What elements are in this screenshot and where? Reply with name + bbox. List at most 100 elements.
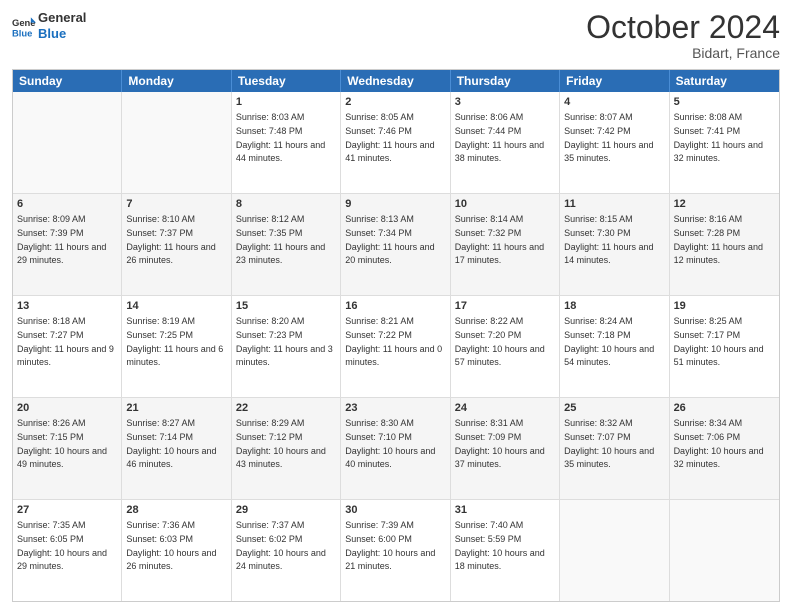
- calendar-body: 1Sunrise: 8:03 AM Sunset: 7:48 PM Daylig…: [13, 92, 779, 601]
- calendar-row-3: 13 Sunrise: 8:18 AM Sunset: 7:27 PM Dayli…: [13, 296, 779, 398]
- day-header-friday: Friday: [560, 70, 669, 92]
- day-header-wednesday: Wednesday: [341, 70, 450, 92]
- day-number: 28: [126, 503, 226, 518]
- day-info: Sunrise: 8:09 AM Sunset: 7:39 PM Dayligh…: [17, 214, 106, 265]
- day-cell-13: 13 Sunrise: 8:18 AM Sunset: 7:27 PM Dayli…: [13, 296, 122, 397]
- day-number: 10: [455, 197, 555, 212]
- day-info: Sunrise: 8:18 AM Sunset: 7:27 PM Dayligh…: [17, 316, 114, 367]
- empty-cell: [560, 500, 669, 601]
- day-number: 23: [345, 401, 445, 416]
- title-block: October 2024 Bidart, France: [586, 10, 780, 61]
- day-cell-3: 3 Sunrise: 8:06 AM Sunset: 7:44 PM Daylig…: [451, 92, 560, 193]
- calendar-row-2: 6 Sunrise: 8:09 AM Sunset: 7:39 PM Daylig…: [13, 194, 779, 296]
- day-cell-21: 21 Sunrise: 8:27 AM Sunset: 7:14 PM Dayli…: [122, 398, 231, 499]
- day-number: 6: [17, 197, 117, 212]
- day-info: Sunrise: 8:24 AM Sunset: 7:18 PM Dayligh…: [564, 316, 654, 367]
- empty-cell: [13, 92, 122, 193]
- day-number: 22: [236, 401, 336, 416]
- day-number: 17: [455, 299, 555, 314]
- logo-line2: Blue: [38, 26, 86, 42]
- day-cell-7: 7 Sunrise: 8:10 AM Sunset: 7:37 PM Daylig…: [122, 194, 231, 295]
- calendar-row-5: 27Sunrise: 7:35 AM Sunset: 6:05 PM Dayli…: [13, 500, 779, 601]
- day-info: Sunrise: 8:08 AM Sunset: 7:41 PM Dayligh…: [674, 112, 763, 163]
- day-cell-16: 16Sunrise: 8:21 AM Sunset: 7:22 PM Dayli…: [341, 296, 450, 397]
- day-info: Sunrise: 8:25 AM Sunset: 7:17 PM Dayligh…: [674, 316, 764, 367]
- day-number: 13: [17, 299, 117, 314]
- day-cell-15: 15 Sunrise: 8:20 AM Sunset: 7:23 PM Dayli…: [232, 296, 341, 397]
- day-header-sunday: Sunday: [13, 70, 122, 92]
- day-info: Sunrise: 8:34 AM Sunset: 7:06 PM Dayligh…: [674, 418, 764, 469]
- day-number: 2: [345, 95, 445, 110]
- empty-cell: [122, 92, 231, 193]
- day-info: Sunrise: 8:20 AM Sunset: 7:23 PM Dayligh…: [236, 316, 333, 367]
- day-number: 15: [236, 299, 336, 314]
- day-info: Sunrise: 8:07 AM Sunset: 7:42 PM Dayligh…: [564, 112, 653, 163]
- day-info: Sunrise: 8:27 AM Sunset: 7:14 PM Dayligh…: [126, 418, 216, 469]
- day-cell-25: 25Sunrise: 8:32 AM Sunset: 7:07 PM Dayli…: [560, 398, 669, 499]
- day-info: Sunrise: 8:10 AM Sunset: 7:37 PM Dayligh…: [126, 214, 215, 265]
- day-header-saturday: Saturday: [670, 70, 779, 92]
- day-info: Sunrise: 7:36 AM Sunset: 6:03 PM Dayligh…: [126, 520, 216, 571]
- calendar-row-4: 20Sunrise: 8:26 AM Sunset: 7:15 PM Dayli…: [13, 398, 779, 500]
- day-number: 24: [455, 401, 555, 416]
- day-number: 8: [236, 197, 336, 212]
- day-info: Sunrise: 8:29 AM Sunset: 7:12 PM Dayligh…: [236, 418, 326, 469]
- day-number: 4: [564, 95, 664, 110]
- day-number: 29: [236, 503, 336, 518]
- day-cell-19: 19Sunrise: 8:25 AM Sunset: 7:17 PM Dayli…: [670, 296, 779, 397]
- day-info: Sunrise: 7:40 AM Sunset: 5:59 PM Dayligh…: [455, 520, 545, 571]
- calendar-row-1: 1Sunrise: 8:03 AM Sunset: 7:48 PM Daylig…: [13, 92, 779, 194]
- day-cell-2: 2 Sunrise: 8:05 AM Sunset: 7:46 PM Daylig…: [341, 92, 450, 193]
- day-number: 11: [564, 197, 664, 212]
- logo-line1: General: [38, 10, 86, 26]
- day-cell-11: 11 Sunrise: 8:15 AM Sunset: 7:30 PM Dayli…: [560, 194, 669, 295]
- logo: General Blue General Blue: [12, 10, 86, 41]
- month-title: October 2024: [586, 10, 780, 45]
- day-info: Sunrise: 7:39 AM Sunset: 6:00 PM Dayligh…: [345, 520, 435, 571]
- day-cell-26: 26 Sunrise: 8:34 AM Sunset: 7:06 PM Dayli…: [670, 398, 779, 499]
- day-cell-1: 1Sunrise: 8:03 AM Sunset: 7:48 PM Daylig…: [232, 92, 341, 193]
- calendar: SundayMondayTuesdayWednesdayThursdayFrid…: [12, 69, 780, 602]
- day-info: Sunrise: 8:30 AM Sunset: 7:10 PM Dayligh…: [345, 418, 435, 469]
- day-cell-30: 30 Sunrise: 7:39 AM Sunset: 6:00 PM Dayli…: [341, 500, 450, 601]
- day-cell-17: 17 Sunrise: 8:22 AM Sunset: 7:20 PM Dayli…: [451, 296, 560, 397]
- day-number: 30: [345, 503, 445, 518]
- day-number: 5: [674, 95, 775, 110]
- day-info: Sunrise: 8:06 AM Sunset: 7:44 PM Dayligh…: [455, 112, 544, 163]
- day-number: 3: [455, 95, 555, 110]
- day-cell-27: 27Sunrise: 7:35 AM Sunset: 6:05 PM Dayli…: [13, 500, 122, 601]
- day-cell-9: 9 Sunrise: 8:13 AM Sunset: 7:34 PM Daylig…: [341, 194, 450, 295]
- empty-cell: [670, 500, 779, 601]
- day-number: 27: [17, 503, 117, 518]
- day-cell-6: 6 Sunrise: 8:09 AM Sunset: 7:39 PM Daylig…: [13, 194, 122, 295]
- day-info: Sunrise: 8:22 AM Sunset: 7:20 PM Dayligh…: [455, 316, 545, 367]
- day-header-monday: Monday: [122, 70, 231, 92]
- day-number: 12: [674, 197, 775, 212]
- day-number: 14: [126, 299, 226, 314]
- day-cell-29: 29 Sunrise: 7:37 AM Sunset: 6:02 PM Dayli…: [232, 500, 341, 601]
- day-header-tuesday: Tuesday: [232, 70, 341, 92]
- day-cell-22: 22 Sunrise: 8:29 AM Sunset: 7:12 PM Dayli…: [232, 398, 341, 499]
- day-cell-12: 12 Sunrise: 8:16 AM Sunset: 7:28 PM Dayli…: [670, 194, 779, 295]
- day-info: Sunrise: 8:16 AM Sunset: 7:28 PM Dayligh…: [674, 214, 763, 265]
- day-cell-8: 8Sunrise: 8:12 AM Sunset: 7:35 PM Daylig…: [232, 194, 341, 295]
- day-info: Sunrise: 8:15 AM Sunset: 7:30 PM Dayligh…: [564, 214, 653, 265]
- svg-text:Blue: Blue: [12, 27, 32, 38]
- day-cell-23: 23 Sunrise: 8:30 AM Sunset: 7:10 PM Dayli…: [341, 398, 450, 499]
- day-number: 9: [345, 197, 445, 212]
- day-number: 7: [126, 197, 226, 212]
- day-number: 26: [674, 401, 775, 416]
- day-info: Sunrise: 8:14 AM Sunset: 7:32 PM Dayligh…: [455, 214, 544, 265]
- day-info: Sunrise: 8:13 AM Sunset: 7:34 PM Dayligh…: [345, 214, 434, 265]
- day-cell-10: 10 Sunrise: 8:14 AM Sunset: 7:32 PM Dayli…: [451, 194, 560, 295]
- day-info: Sunrise: 8:05 AM Sunset: 7:46 PM Dayligh…: [345, 112, 434, 163]
- day-info: Sunrise: 8:31 AM Sunset: 7:09 PM Dayligh…: [455, 418, 545, 469]
- day-cell-14: 14Sunrise: 8:19 AM Sunset: 7:25 PM Dayli…: [122, 296, 231, 397]
- day-cell-20: 20Sunrise: 8:26 AM Sunset: 7:15 PM Dayli…: [13, 398, 122, 499]
- day-number: 21: [126, 401, 226, 416]
- day-info: Sunrise: 7:37 AM Sunset: 6:02 PM Dayligh…: [236, 520, 326, 571]
- day-number: 16: [345, 299, 445, 314]
- day-info: Sunrise: 8:26 AM Sunset: 7:15 PM Dayligh…: [17, 418, 107, 469]
- page-header: General Blue General Blue October 2024 B…: [12, 10, 780, 61]
- day-cell-24: 24 Sunrise: 8:31 AM Sunset: 7:09 PM Dayli…: [451, 398, 560, 499]
